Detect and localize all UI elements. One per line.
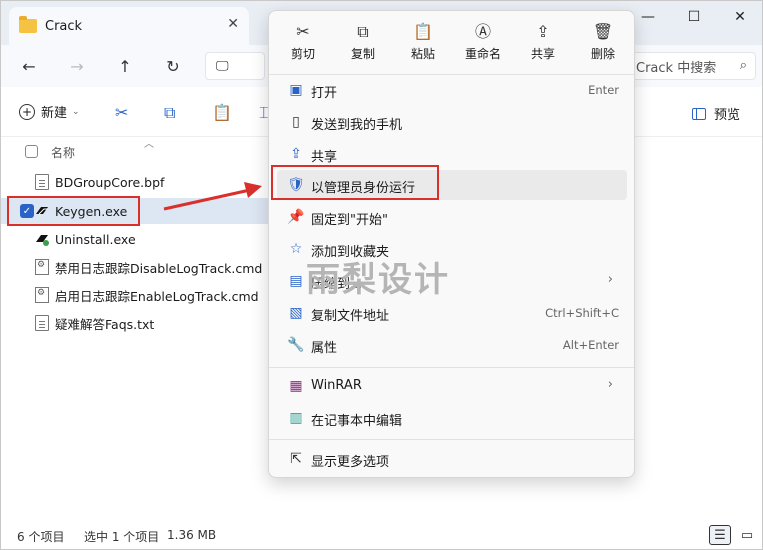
copy-icon: ⧉ <box>357 22 369 41</box>
winrar-icon: ▦ <box>289 378 303 394</box>
menu-item-label: 显示更多选项 <box>311 455 390 470</box>
delete-label: 删除 <box>590 47 615 61</box>
share-icon: ⇪ <box>290 146 302 162</box>
wrench-icon: 🔧 <box>287 337 305 353</box>
pin-icon: 📌 <box>287 209 305 225</box>
cut-button[interactable]: ✂ 剪切 <box>275 21 331 67</box>
chevron-right-icon: › <box>607 272 613 287</box>
phone-icon: ▯ <box>292 114 300 130</box>
zip-icon: ▤ <box>289 273 303 289</box>
open-window-icon: ▣ <box>289 82 303 98</box>
rename-icon: Ⓐ <box>474 22 491 41</box>
menu-separator <box>269 367 634 368</box>
rename-label: 重命名 <box>464 47 501 61</box>
menu-item-label: 固定到"开始" <box>311 213 388 228</box>
menu-item-label: 复制文件地址 <box>311 309 390 324</box>
paste-icon: 📋 <box>413 22 433 41</box>
menu-item-label: 在记事本中编辑 <box>311 414 403 429</box>
menu-item-show-more-options[interactable]: ⇱ 显示更多选项 <box>277 444 627 474</box>
share-button[interactable]: ⇪ 共享 <box>515 21 571 67</box>
delete-button[interactable]: 🗑 删除 <box>575 21 631 67</box>
menu-item-copy-path[interactable]: ▧ 复制文件地址 Ctrl+Shift+C <box>277 298 627 328</box>
menu-item-open[interactable]: ▣ 打开 Enter <box>277 75 627 105</box>
paste-button[interactable]: 📋 粘贴 <box>395 21 451 67</box>
paste-label: 粘贴 <box>410 47 435 61</box>
menu-item-label: 添加到收藏夹 <box>311 245 390 260</box>
more-options-icon: ⇱ <box>290 451 302 467</box>
copy-label: 复制 <box>350 47 375 61</box>
menu-separator <box>269 439 634 440</box>
notepad-icon: ▥ <box>289 410 303 426</box>
menu-item-label: WinRAR <box>311 378 362 393</box>
rename-button[interactable]: Ⓐ 重命名 <box>455 21 511 67</box>
menu-item-send-to-phone[interactable]: ▯ 发送到我的手机 <box>277 107 627 137</box>
menu-item-shortcut: Enter <box>588 83 619 97</box>
menu-item-label: 属性 <box>311 341 338 356</box>
menu-item-label: 压缩到... <box>311 277 363 292</box>
menu-item-label: 发送到我的手机 <box>311 118 403 133</box>
context-menu: ✂ 剪切 ⧉ 复制 📋 粘贴 Ⓐ 重命名 ⇪ 共享 🗑 删除 ▣ 打开 Ente… <box>268 10 635 478</box>
menu-item-label: 打开 <box>311 86 338 101</box>
highlight-box-run-as-admin <box>271 165 439 200</box>
copy-path-icon: ▧ <box>289 305 303 321</box>
menu-item-add-to-favorites[interactable]: ☆ 添加到收藏夹 <box>277 234 627 264</box>
chevron-right-icon: › <box>607 377 613 392</box>
menu-item-label: 共享 <box>311 150 338 165</box>
star-icon: ☆ <box>289 241 303 257</box>
cut-label: 剪切 <box>290 47 315 61</box>
menu-item-shortcut: Alt+Enter <box>562 338 619 352</box>
trash-icon: 🗑 <box>592 22 614 41</box>
quick-actions: ✂ 剪切 ⧉ 复制 📋 粘贴 Ⓐ 重命名 ⇪ 共享 🗑 删除 <box>269 11 634 71</box>
menu-item-winrar[interactable]: ▦ WinRAR › <box>277 371 627 401</box>
scissors-icon: ✂ <box>296 22 310 41</box>
copy-button[interactable]: ⧉ 复制 <box>335 21 391 67</box>
menu-item-pin-to-start[interactable]: 📌 固定到"开始" <box>277 202 627 232</box>
menu-item-compress[interactable]: ▤ 压缩到... › <box>277 266 627 296</box>
menu-item-shortcut: Ctrl+Shift+C <box>545 306 619 320</box>
share-label: 共享 <box>530 47 555 61</box>
menu-item-properties[interactable]: 🔧 属性 Alt+Enter <box>277 330 627 360</box>
menu-item-edit-in-notepad[interactable]: ▥ 在记事本中编辑 <box>277 403 627 433</box>
share-icon: ⇪ <box>536 22 550 41</box>
